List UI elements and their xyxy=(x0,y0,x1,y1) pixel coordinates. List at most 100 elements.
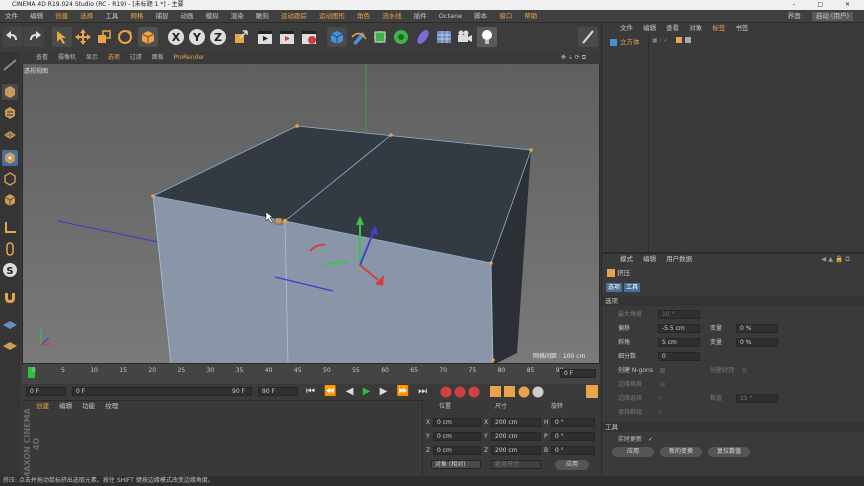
coordinate-system-icon[interactable] xyxy=(231,27,251,47)
cloner-icon[interactable] xyxy=(391,27,411,47)
rot-b-field[interactable]: 0 ° xyxy=(551,446,595,455)
om-menu-objects[interactable]: 对象 xyxy=(689,24,702,32)
layout-dropdown[interactable]: 启动 (用户) xyxy=(811,12,853,21)
cube-primitive-icon[interactable] xyxy=(327,27,347,47)
scene-floor-icon[interactable] xyxy=(434,27,454,47)
magnet-icon[interactable] xyxy=(2,289,18,305)
tab-options[interactable]: 选项 xyxy=(606,283,623,292)
live-selection-icon[interactable] xyxy=(52,27,72,47)
reset-values-button[interactable]: 复位数值 xyxy=(708,447,750,457)
am-menu-userdata[interactable]: 用户数据 xyxy=(666,255,692,263)
menu-character[interactable]: 角色 xyxy=(352,10,375,23)
record-buttons[interactable] xyxy=(440,386,550,400)
scale-icon[interactable] xyxy=(94,27,114,47)
menu-script[interactable]: 脚本 xyxy=(469,10,492,23)
workplane-mode-icon[interactable] xyxy=(2,126,18,142)
vp-nav-icons[interactable]: ✥ ⇣ ⟳ ⧉ xyxy=(561,52,586,64)
menu-help[interactable]: 帮助 xyxy=(519,10,542,23)
move-icon[interactable] xyxy=(73,27,93,47)
bevel-field[interactable]: 5 cm xyxy=(658,338,700,347)
frame-range-slider[interactable]: 0 F xyxy=(72,387,252,396)
am-nav-icons[interactable]: ◀ ▲ 🔒 ⧉ xyxy=(821,254,850,265)
om-menu-tags[interactable]: 标签 xyxy=(712,24,725,32)
om-menu-edit[interactable]: 编辑 xyxy=(643,24,656,32)
new-transform-button[interactable]: 新的变换 xyxy=(660,447,702,457)
menu-octane[interactable]: Octane xyxy=(434,10,467,23)
max-angle-field[interactable]: 10 ° xyxy=(658,310,700,319)
variance1-field[interactable]: 0 % xyxy=(736,324,778,333)
cube-left-face[interactable] xyxy=(153,196,288,364)
render-to-picture-viewer-icon[interactable] xyxy=(277,27,297,47)
coord-mode-dropdown[interactable]: 对象 (相对) xyxy=(431,460,481,469)
pos-y-field[interactable]: 0 cm xyxy=(433,432,481,441)
end-frame-field[interactable]: 90 F xyxy=(258,387,298,396)
object-visibility-icons[interactable]: ▣ ⁝ ✓ xyxy=(652,37,668,44)
recent-tool-icon[interactable] xyxy=(138,27,158,47)
mat-menu-edit[interactable]: 编辑 xyxy=(59,402,72,410)
snap-icon[interactable]: S xyxy=(2,262,18,278)
render-view-icon[interactable] xyxy=(255,27,275,47)
edges-mode-icon[interactable] xyxy=(2,171,18,187)
value-field[interactable]: 15 ° xyxy=(736,394,778,403)
am-menu-mode[interactable]: 模式 xyxy=(620,255,633,263)
offset-field[interactable]: -5.5 cm xyxy=(658,324,700,333)
size-z-field[interactable]: 200 cm xyxy=(491,446,541,455)
menu-animate[interactable]: 动画 xyxy=(176,10,199,23)
start-frame-field[interactable]: 0 F xyxy=(26,387,66,396)
undo-icon[interactable] xyxy=(3,27,23,47)
y-axis-lock-icon[interactable]: Y xyxy=(187,27,207,47)
workplane-grid-icon[interactable] xyxy=(2,316,18,332)
om-menu-view[interactable]: 查看 xyxy=(666,24,679,32)
rotate-icon[interactable] xyxy=(115,27,135,47)
rot-p-field[interactable]: 0 ° xyxy=(551,432,595,441)
menu-create[interactable]: 创建 xyxy=(50,10,73,23)
material-tag-icon[interactable] xyxy=(685,37,691,43)
realtime-update-check[interactable]: ✓ xyxy=(648,435,653,444)
subdivision-field[interactable]: 0 xyxy=(658,352,700,361)
menu-sculpt[interactable]: 雕刻 xyxy=(251,10,274,23)
tools-toggle-icon[interactable] xyxy=(578,27,598,47)
render-settings-icon[interactable] xyxy=(299,27,319,47)
menu-select[interactable]: 选择 xyxy=(75,10,98,23)
menu-mesh[interactable]: 网格 xyxy=(125,10,148,23)
timeline-layout-icon[interactable] xyxy=(586,385,598,398)
tweak-mode-icon[interactable] xyxy=(2,241,18,257)
vp-menu-view[interactable]: 查看 xyxy=(36,54,48,61)
texture-mode-icon[interactable] xyxy=(2,105,18,121)
current-frame-field[interactable]: 0 F xyxy=(560,369,596,378)
menu-motion-tracking[interactable]: 运动跟踪 xyxy=(276,10,312,23)
coord-apply-button[interactable]: 应用 xyxy=(555,460,589,470)
menu-edit[interactable]: 编辑 xyxy=(25,10,48,23)
menu-mograph[interactable]: 运动图形 xyxy=(314,10,350,23)
menu-pipeline[interactable]: 流水线 xyxy=(377,10,407,23)
size-mode-dropdown[interactable]: 绝对尺寸 xyxy=(491,460,541,469)
menu-plugins[interactable]: 插件 xyxy=(409,10,432,23)
x-axis-lock-icon[interactable]: X xyxy=(166,27,186,47)
z-axis-lock-icon[interactable]: Z xyxy=(208,27,228,47)
vp-menu-prorender[interactable]: ProRender xyxy=(174,54,205,61)
size-y-field[interactable]: 200 cm xyxy=(491,432,541,441)
playback-controls[interactable]: ⏮ ⏪ ◀ ▶ ▶ ⏩ ⏭ xyxy=(306,385,430,399)
deformer-icon[interactable] xyxy=(413,27,433,47)
vp-menu-filter[interactable]: 过滤 xyxy=(130,54,142,61)
subdivision-surface-icon[interactable] xyxy=(370,27,390,47)
layout-selector[interactable]: 界面: 启动 (用户) xyxy=(778,10,858,23)
redo-icon[interactable] xyxy=(24,27,44,47)
rot-h-field[interactable]: 0 ° xyxy=(551,418,595,427)
ngons-checkbox[interactable] xyxy=(660,368,665,373)
model-mode-icon[interactable] xyxy=(2,84,18,100)
phong-tag-icon[interactable] xyxy=(676,37,682,43)
om-menu-file[interactable]: 文件 xyxy=(620,24,633,32)
mat-menu-texture[interactable]: 纹理 xyxy=(105,402,118,410)
menu-file[interactable]: 文件 xyxy=(0,10,23,23)
axis-mode-icon[interactable] xyxy=(2,220,18,236)
edge-selection-check[interactable]: ✓ xyxy=(658,394,663,403)
vp-menu-options[interactable]: 选项 xyxy=(108,54,120,61)
menu-simulate[interactable]: 模拟 xyxy=(201,10,224,23)
menu-render[interactable]: 渲染 xyxy=(226,10,249,23)
perspective-viewport[interactable] xyxy=(22,52,600,364)
light-icon[interactable] xyxy=(477,27,497,47)
menu-tools[interactable]: 工具 xyxy=(100,10,123,23)
quantize-icon[interactable] xyxy=(2,337,18,353)
apply-button[interactable]: 应用 xyxy=(612,447,654,457)
